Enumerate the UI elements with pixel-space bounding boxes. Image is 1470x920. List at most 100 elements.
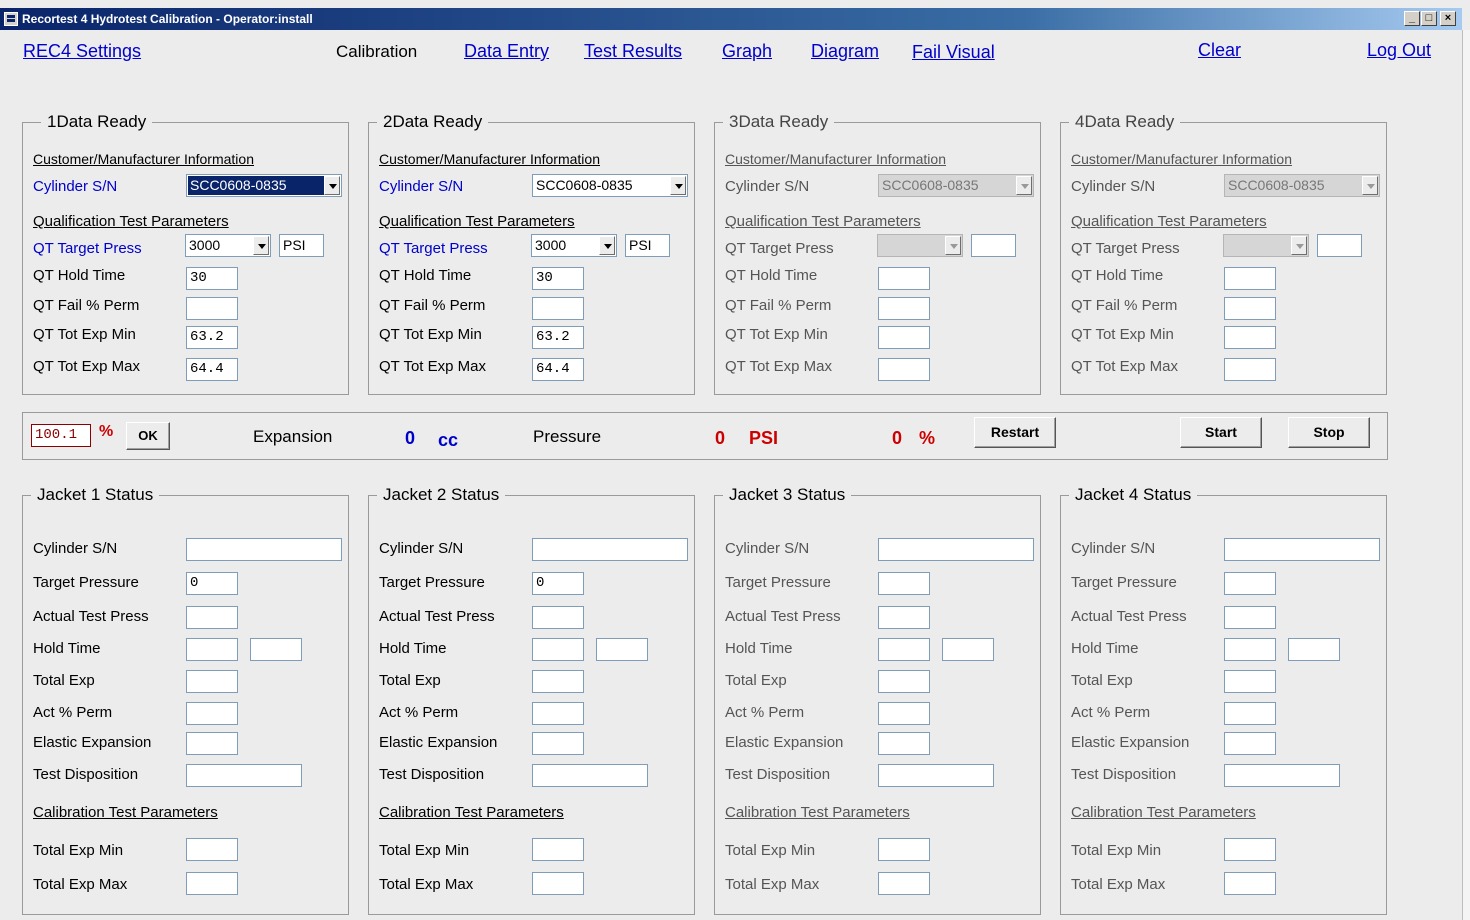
jacket-4-actual-test-press-field[interactable]: [1224, 606, 1276, 629]
jacket-3-total-exp-field[interactable]: [878, 670, 930, 693]
chevron-down-icon[interactable]: [1016, 176, 1032, 195]
chevron-down-icon[interactable]: [599, 236, 615, 255]
station-3-cyl-sn-combo: SCC0608-0835: [878, 174, 1034, 197]
station-2-qt-target-press-combo[interactable]: 3000: [531, 234, 617, 257]
station-1-qt-target-press-combo[interactable]: 3000: [185, 234, 271, 257]
jacket-4-test-disposition-field[interactable]: [1224, 764, 1340, 787]
minimize-button[interactable]: _: [1404, 11, 1420, 26]
jacket-2-test-disposition-field[interactable]: [532, 764, 648, 787]
percent-sign: %: [99, 423, 114, 440]
station-2-qt-tot-exp-max-input[interactable]: 64.4: [532, 358, 584, 381]
jacket-3-cyl-sn-field[interactable]: [878, 538, 1034, 561]
station-1-unit-field[interactable]: PSI: [279, 234, 324, 257]
jacket-4-elastic-expansion-field[interactable]: [1224, 732, 1276, 755]
jacket-2-cyl-sn-field[interactable]: [532, 538, 688, 561]
station-2-title: 2Data Ready: [377, 112, 489, 132]
station-2-qt-hold-time-input[interactable]: 30: [532, 267, 584, 290]
jacket-1-elastic-expansion-field[interactable]: [186, 732, 238, 755]
chevron-down-icon[interactable]: [670, 176, 686, 195]
jacket-1-cal-min-label: Total Exp Min: [33, 842, 124, 859]
jacket-4-group: Jacket 4 Status Cylinder S/N Target Pressu…: [1060, 485, 1387, 915]
jacket-2-cal-max-field[interactable]: [532, 872, 584, 895]
chevron-down-icon[interactable]: [1362, 176, 1378, 195]
jacket-1-act-perm-field[interactable]: [186, 702, 238, 725]
jacket-1-cal-max-field[interactable]: [186, 872, 238, 895]
jacket-4-cal-min-field[interactable]: [1224, 838, 1276, 861]
station-1-qt-tot-exp-min-label: QT Tot Exp Min: [33, 326, 136, 343]
station-1-qt-target-press-value: 3000: [189, 237, 221, 253]
station-1-qt-hold-time-input[interactable]: 30: [186, 267, 238, 290]
jacket-4-hold-time-field[interactable]: [1224, 638, 1276, 661]
restart-button[interactable]: Restart: [974, 417, 1056, 448]
station-2-cyl-sn-combo[interactable]: SCC0608-0835: [532, 174, 688, 197]
jacket-3-elastic-expansion-field[interactable]: [878, 732, 930, 755]
jacket-4-act-perm-field[interactable]: [1224, 702, 1276, 725]
station-2-qt-fail-perm-input[interactable]: [532, 297, 584, 320]
jacket-2-total-exp-field[interactable]: [532, 670, 584, 693]
jacket-4-total-exp-field[interactable]: [1224, 670, 1276, 693]
station-2-unit-field[interactable]: PSI: [625, 234, 670, 257]
menu-log-out[interactable]: Log Out: [1367, 40, 1431, 61]
menu-clear[interactable]: Clear: [1198, 40, 1241, 61]
menu-fail-visual[interactable]: Fail Visual: [912, 42, 995, 63]
close-button[interactable]: ×: [1440, 11, 1456, 26]
jacket-3-target-pressure-field[interactable]: [878, 572, 930, 595]
jacket-2-hold-time-field-2[interactable]: [596, 638, 648, 661]
jacket-3-cal-max-field[interactable]: [878, 872, 930, 895]
stop-button[interactable]: Stop: [1288, 417, 1370, 448]
jacket-2-cal-params-heading: Calibration Test Parameters: [379, 804, 564, 821]
ok-button[interactable]: OK: [126, 422, 170, 450]
menu-rec4-settings[interactable]: REC4 Settings: [23, 41, 141, 62]
chevron-down-icon[interactable]: [253, 236, 269, 255]
menu-diagram[interactable]: Diagram: [811, 41, 879, 62]
jacket-1-cal-min-field[interactable]: [186, 838, 238, 861]
window-title: Recortest 4 Hydrotest Calibration - Oper…: [22, 12, 313, 26]
chevron-down-icon[interactable]: [945, 236, 961, 255]
maximize-button[interactable]: □: [1421, 11, 1437, 26]
vertical-scrollbar[interactable]: [1462, 30, 1470, 920]
jacket-3-cal-min-field[interactable]: [878, 838, 930, 861]
jacket-3-hold-time-field[interactable]: [878, 638, 930, 661]
station-2-qt-tot-exp-min-input[interactable]: 63.2: [532, 326, 584, 349]
station-1-qt-tot-exp-min-input[interactable]: 63.2: [186, 326, 238, 349]
jacket-4-cal-max-field[interactable]: [1224, 872, 1276, 895]
jacket-3-act-perm-field[interactable]: [878, 702, 930, 725]
jacket-4-cyl-sn-field[interactable]: [1224, 538, 1380, 561]
start-button[interactable]: Start: [1180, 417, 1262, 448]
jacket-3-cal-max-label: Total Exp Max: [725, 876, 820, 893]
jacket-2-hold-time-field[interactable]: [532, 638, 584, 661]
jacket-2-act-perm-field[interactable]: [532, 702, 584, 725]
chevron-down-icon[interactable]: [324, 176, 340, 195]
jacket-2-actual-test-press-field[interactable]: [532, 606, 584, 629]
jacket-2-target-pressure-field[interactable]: 0: [532, 572, 584, 595]
station-3-qt-tot-exp-min-input: [878, 326, 930, 349]
jacket-2-cal-min-field[interactable]: [532, 838, 584, 861]
jacket-3-actual-test-press-label: Actual Test Press: [725, 608, 841, 625]
jacket-1-hold-time-field-2[interactable]: [250, 638, 302, 661]
jacket-1-hold-time-field[interactable]: [186, 638, 238, 661]
chevron-down-icon[interactable]: [1291, 236, 1307, 255]
menu-test-results[interactable]: Test Results: [584, 41, 682, 62]
jacket-4-total-exp-label: Total Exp: [1071, 672, 1133, 689]
station-2-qt-target-press-value: 3000: [535, 237, 567, 253]
menu-data-entry[interactable]: Data Entry: [464, 41, 549, 62]
jacket-1-total-exp-field[interactable]: [186, 670, 238, 693]
jacket-1-cyl-sn-field[interactable]: [186, 538, 342, 561]
jacket-4-target-pressure-field[interactable]: [1224, 572, 1276, 595]
jacket-2-group: Jacket 2 Status Cylinder S/N Target Pressu…: [368, 485, 695, 915]
menu-graph[interactable]: Graph: [722, 41, 772, 62]
jacket-4-hold-time-field-2[interactable]: [1288, 638, 1340, 661]
percent-input[interactable]: 100.1: [31, 424, 91, 447]
jacket-1-test-disposition-field[interactable]: [186, 764, 302, 787]
jacket-2-elastic-expansion-field[interactable]: [532, 732, 584, 755]
station-1-cyl-sn-combo[interactable]: SCC0608-0835: [186, 174, 342, 197]
jacket-1-target-pressure-field[interactable]: 0: [186, 572, 238, 595]
jacket-3-hold-time-field-2[interactable]: [942, 638, 994, 661]
jacket-3-test-disposition-field[interactable]: [878, 764, 994, 787]
menu-calibration[interactable]: Calibration: [336, 42, 417, 62]
station-1-qt-tot-exp-max-input[interactable]: 64.4: [186, 358, 238, 381]
jacket-3-actual-test-press-field[interactable]: [878, 606, 930, 629]
station-1-qt-fail-perm-input[interactable]: [186, 297, 238, 320]
station-4-qt-params-heading: Qualification Test Parameters: [1071, 213, 1267, 230]
jacket-1-actual-test-press-field[interactable]: [186, 606, 238, 629]
